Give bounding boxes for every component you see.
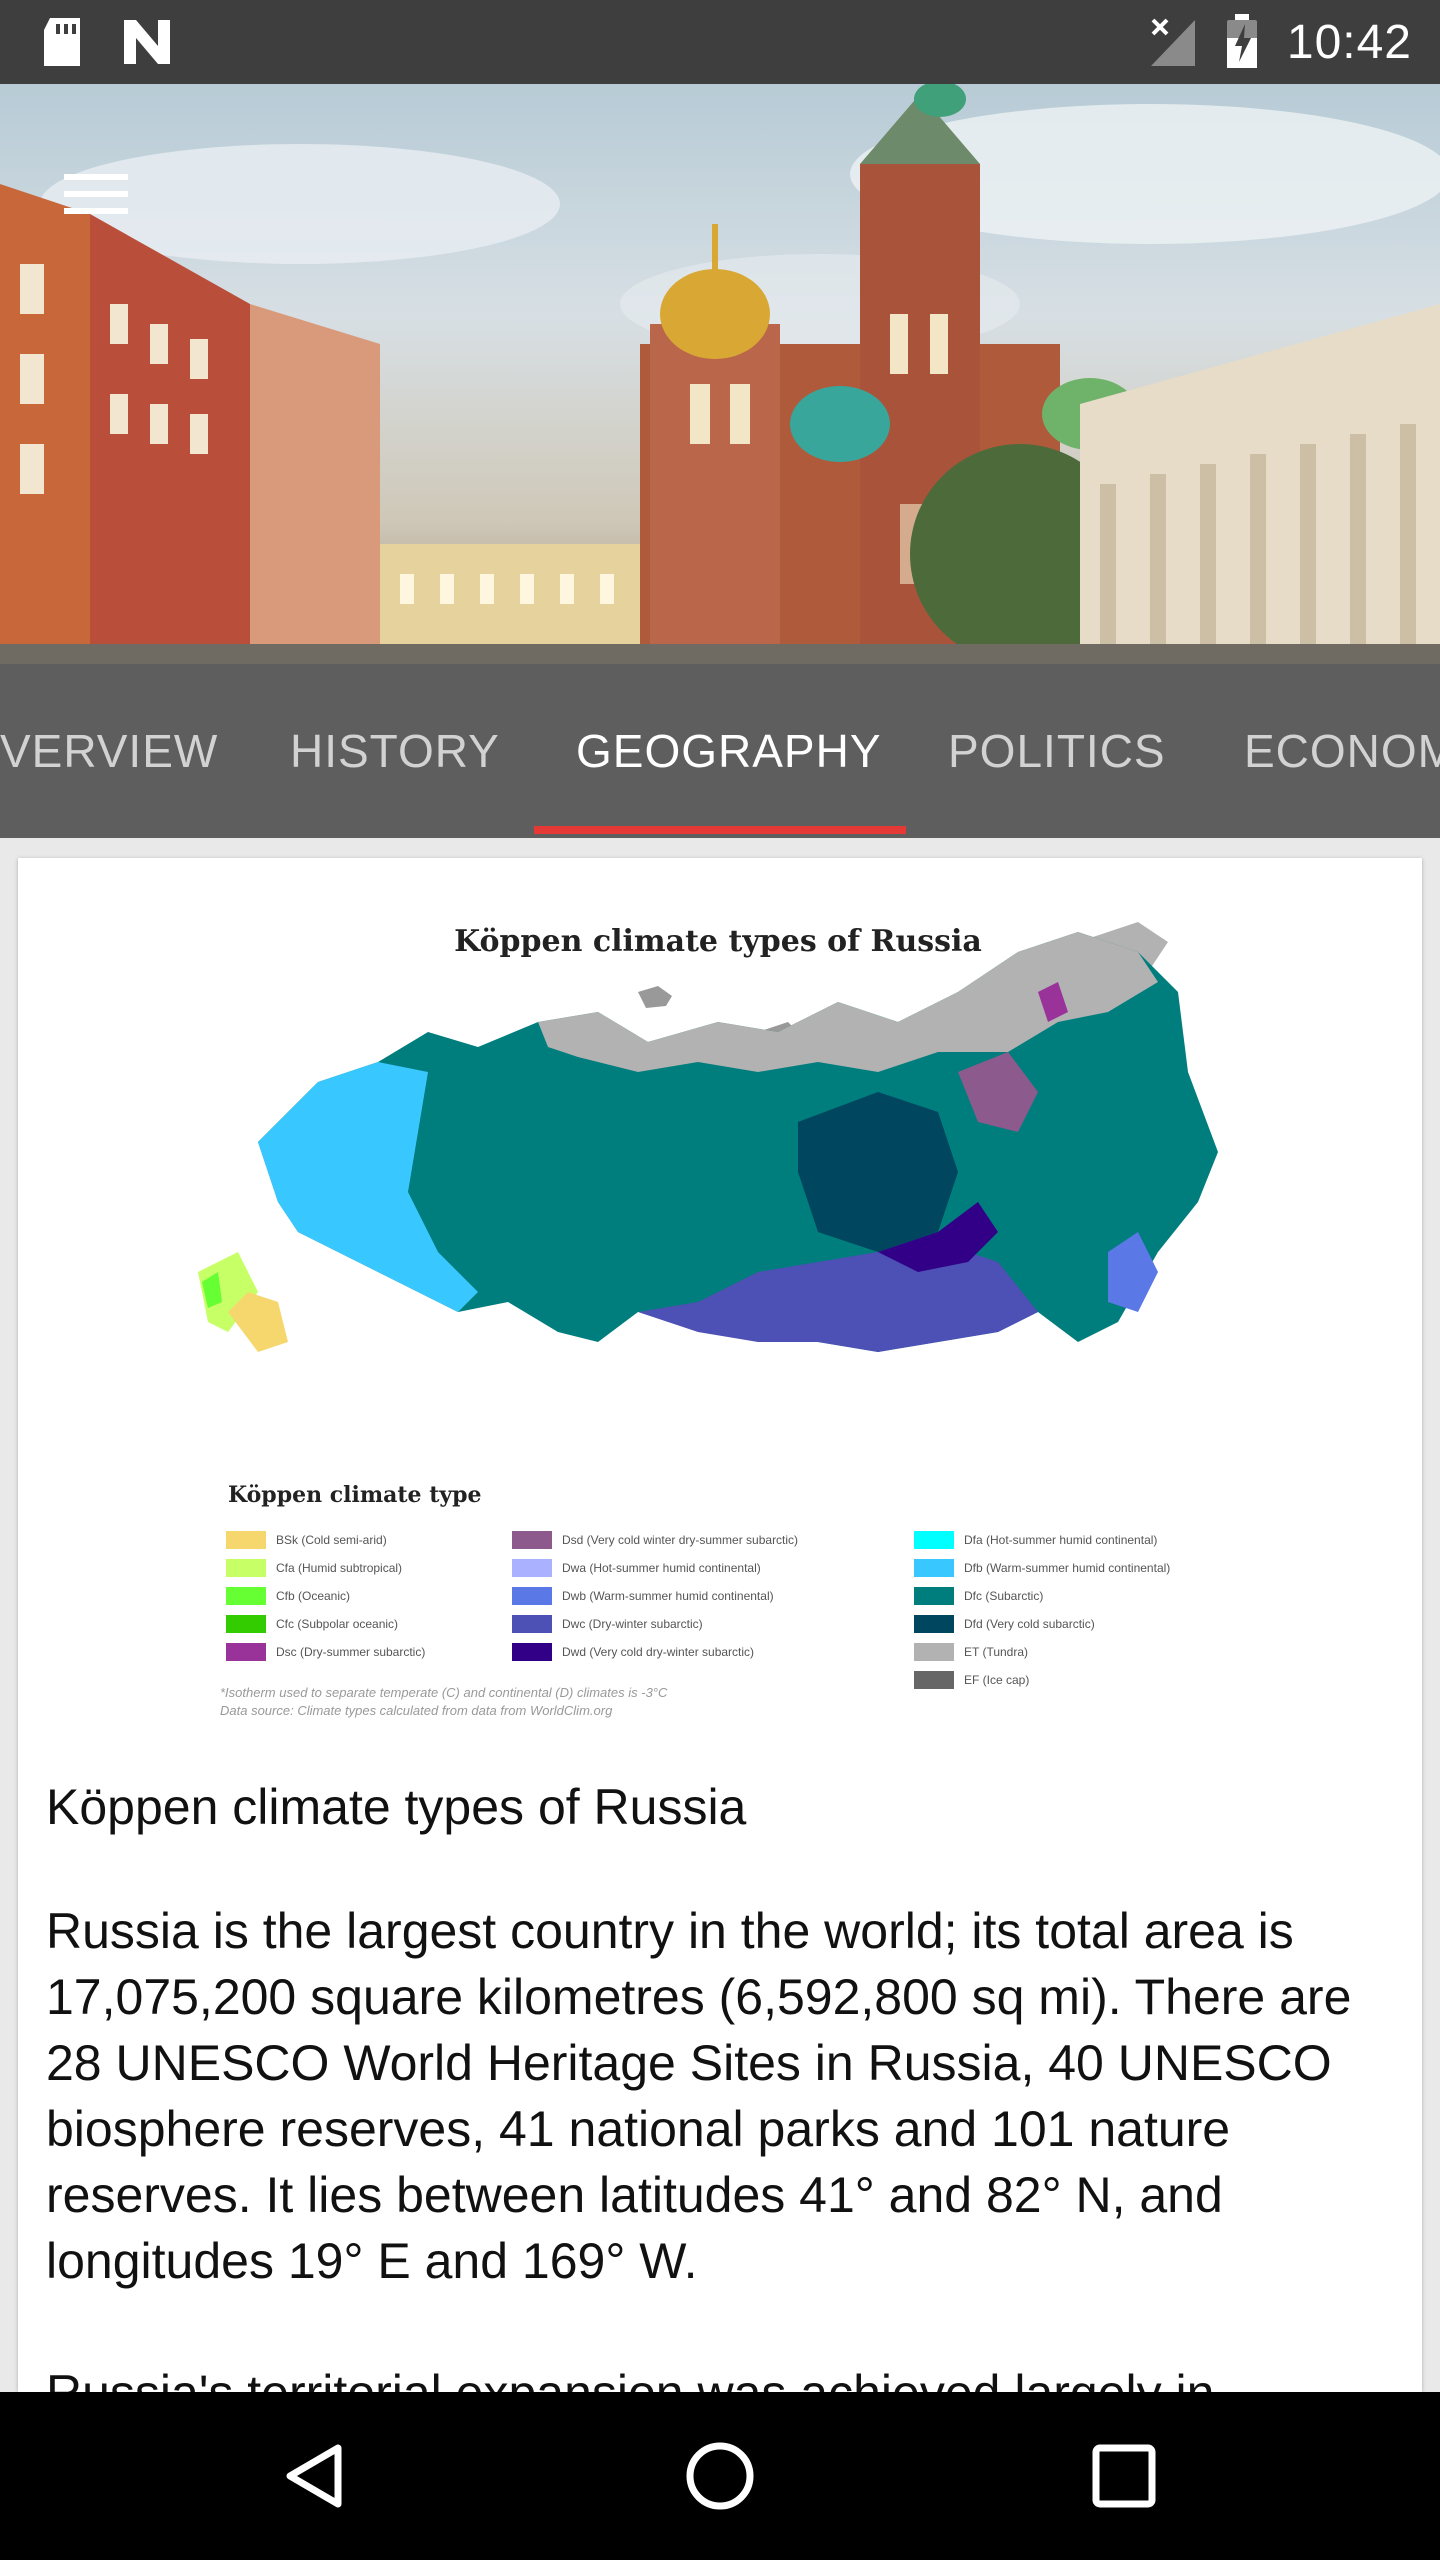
legend-item: Dsd (Very cold winter dry-summer subarct… bbox=[512, 1526, 798, 1554]
legend-item: Cfa (Humid subtropical) bbox=[226, 1554, 425, 1582]
navigation-bar bbox=[0, 2392, 1440, 2560]
sd-card-icon bbox=[44, 18, 80, 66]
article-body: Russia is the largest country in the wor… bbox=[46, 1898, 1406, 2392]
hamburger-menu-icon bbox=[64, 174, 128, 214]
legend-item: Dwb (Warm-summer humid continental) bbox=[512, 1582, 798, 1610]
recents-button[interactable] bbox=[1084, 2436, 1164, 2516]
notification-n-icon bbox=[124, 20, 170, 64]
climate-map-figure[interactable]: Köppen climate types of Russia Köppen cl… bbox=[178, 872, 1258, 1718]
clock: 10:42 bbox=[1286, 15, 1412, 69]
menu-button[interactable] bbox=[56, 154, 136, 234]
signal-no-service-icon bbox=[1150, 18, 1195, 66]
tab-overview[interactable]: VERVIEW bbox=[0, 664, 218, 838]
home-button[interactable] bbox=[680, 2436, 760, 2516]
legend-title: Köppen climate type bbox=[228, 1482, 482, 1508]
tab-politics[interactable]: POLITICS bbox=[948, 664, 1166, 838]
home-icon bbox=[686, 2442, 754, 2510]
paragraph: Russia is the largest country in the wor… bbox=[46, 1903, 1352, 2289]
legend-item: Dfc (Subarctic) bbox=[914, 1582, 1170, 1610]
tab-history[interactable]: HISTORY bbox=[290, 664, 500, 838]
legend-column-2: Dsd (Very cold winter dry-summer subarct… bbox=[512, 1526, 798, 1666]
map-footnote: *Isotherm used to separate temperate (C)… bbox=[220, 1685, 668, 1718]
legend-item: Dwd (Very cold dry-winter subarctic) bbox=[512, 1638, 798, 1666]
legend-item: Dfa (Hot-summer humid continental) bbox=[914, 1526, 1170, 1554]
tab-geography[interactable]: GEOGRAPHY bbox=[576, 664, 882, 838]
recents-icon bbox=[1092, 2444, 1156, 2508]
status-bar: 10:42 bbox=[0, 0, 1440, 84]
paragraph: Russia's territorial expansion was achie… bbox=[46, 2360, 1406, 2392]
legend-item: Cfc (Subpolar oceanic) bbox=[226, 1610, 425, 1638]
legend-item: Dsc (Dry-summer subarctic) bbox=[226, 1638, 425, 1666]
legend-item: Cfb (Oceanic) bbox=[226, 1582, 425, 1610]
tab-economy[interactable]: ECONOM bbox=[1244, 664, 1440, 838]
image-caption: Köppen climate types of Russia bbox=[46, 1779, 747, 1835]
active-tab-indicator bbox=[534, 826, 906, 834]
legend-item: EF (Ice cap) bbox=[914, 1666, 1170, 1694]
legend-item: ET (Tundra) bbox=[914, 1638, 1170, 1666]
cathedral-photo bbox=[0, 84, 1440, 664]
legend-item: Dfd (Very cold subarctic) bbox=[914, 1610, 1170, 1638]
back-button[interactable] bbox=[276, 2436, 356, 2516]
back-icon bbox=[286, 2444, 342, 2508]
section-tabs: VERVIEW HISTORY GEOGRAPHY POLITICS ECONO… bbox=[0, 664, 1440, 838]
content-card: Köppen climate types of Russia Köppen cl… bbox=[18, 858, 1422, 2392]
legend-item: Dwa (Hot-summer humid continental) bbox=[512, 1554, 798, 1582]
legend-column-1: BSk (Cold semi-arid) Cfa (Humid subtropi… bbox=[226, 1526, 425, 1666]
hero-image bbox=[0, 84, 1440, 664]
legend-column-3: Dfa (Hot-summer humid continental) Dfb (… bbox=[914, 1526, 1170, 1694]
legend-item: Dfb (Warm-summer humid continental) bbox=[914, 1554, 1170, 1582]
battery-charging-icon bbox=[1226, 14, 1257, 68]
legend-item: Dwc (Dry-winter subarctic) bbox=[512, 1610, 798, 1638]
legend-item: BSk (Cold semi-arid) bbox=[226, 1526, 425, 1554]
